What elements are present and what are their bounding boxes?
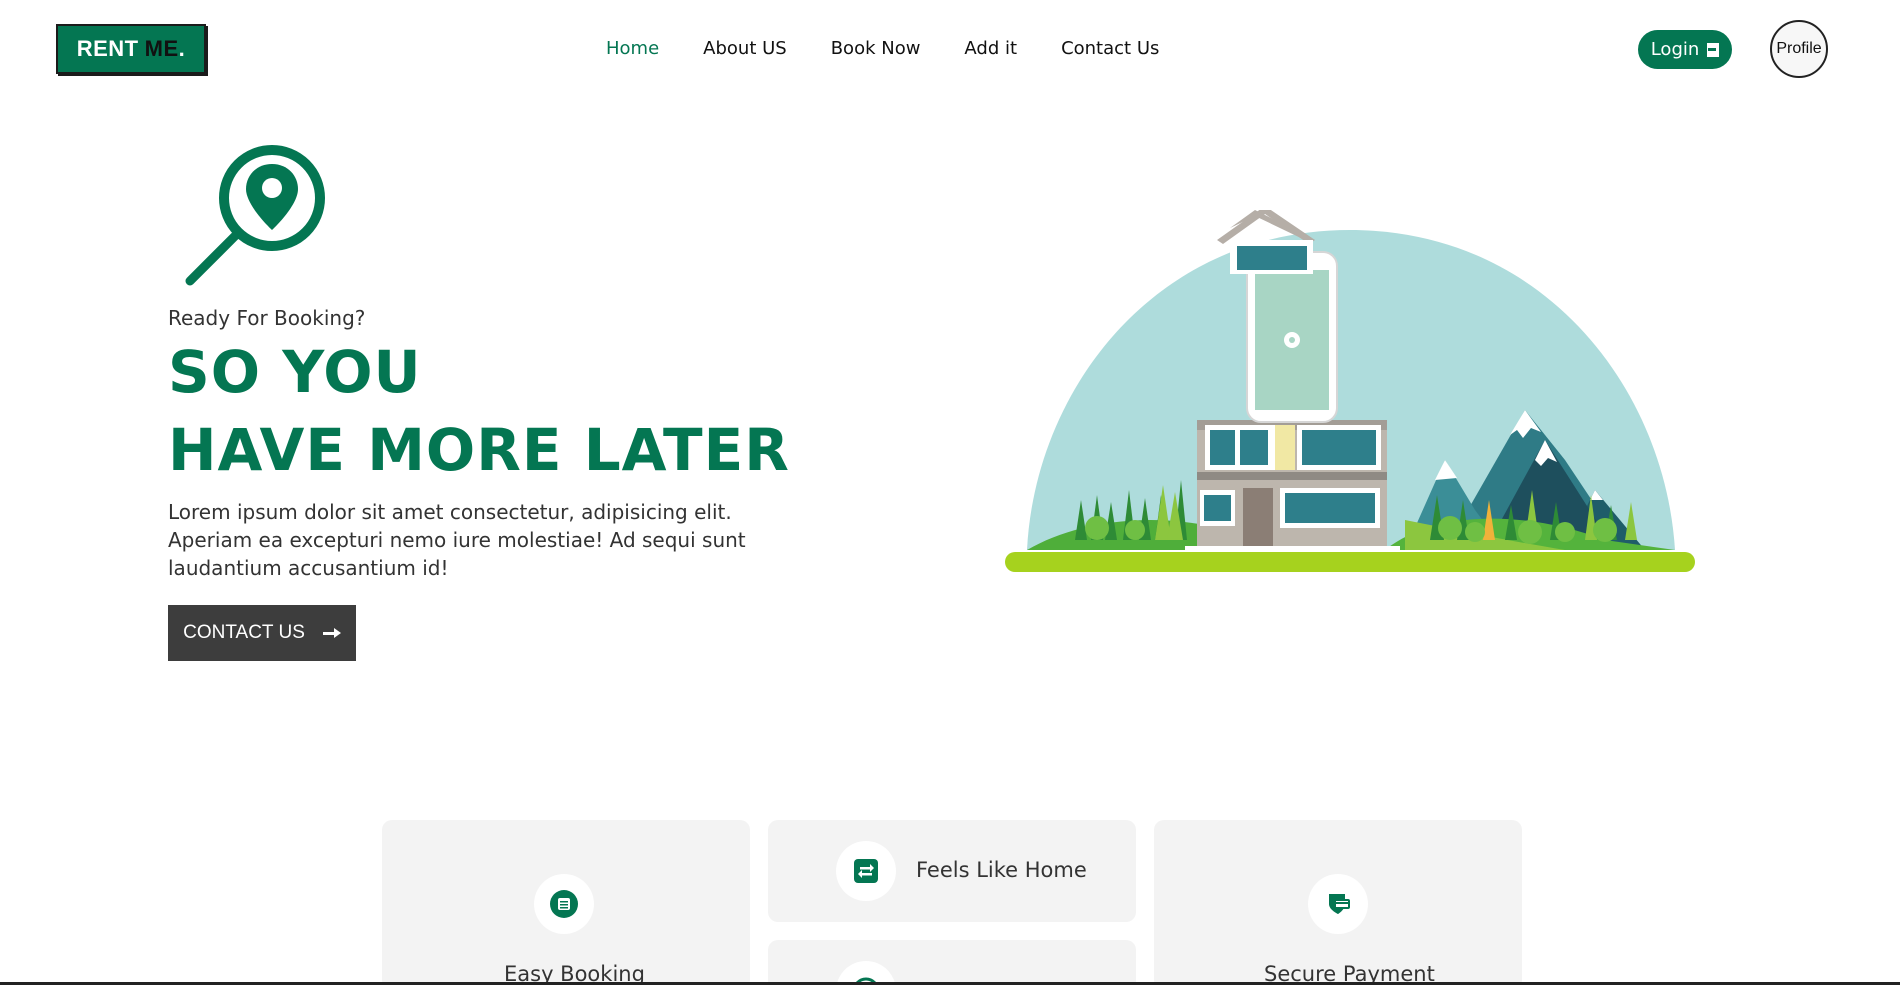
feature-card-feels-like-home[interactable]: Feels Like Home xyxy=(768,820,1136,922)
arrow-right-icon xyxy=(322,627,341,639)
profile-button[interactable]: Profile xyxy=(1770,20,1828,78)
sign-in-icon xyxy=(1707,42,1720,57)
contact-us-button[interactable]: CONTACT US xyxy=(168,605,356,661)
hero-subtitle: Ready For Booking? xyxy=(168,306,366,330)
feature-label: Feels Like Home xyxy=(916,858,1087,882)
nav-item-home[interactable]: Home xyxy=(606,38,659,59)
exchange-icon xyxy=(836,841,896,901)
house-illustration xyxy=(1005,206,1705,584)
login-button[interactable]: Login xyxy=(1638,30,1732,69)
nav-item-book-now[interactable]: Book Now xyxy=(831,38,921,59)
payment-shield-icon xyxy=(1308,874,1368,934)
feature-card-easy-booking[interactable]: Easy Booking xyxy=(382,820,750,985)
hero-description: Lorem ipsum dolor sit amet consectetur, … xyxy=(168,500,746,580)
hero-title-line1: SO YOU xyxy=(168,338,422,406)
nav-item-contact[interactable]: Contact Us xyxy=(1061,38,1159,59)
nav-item-about[interactable]: About US xyxy=(703,38,787,59)
hero-title-line2: HAVE MORE LATER xyxy=(168,416,790,484)
feature-card-secure-payment[interactable]: Secure Payment xyxy=(1154,820,1522,985)
nav-item-add-it[interactable]: Add it xyxy=(964,38,1017,59)
login-label: Login xyxy=(1650,39,1700,60)
brand-logo[interactable]: RENT ME . xyxy=(56,24,206,74)
profile-label: Profile xyxy=(1776,40,1822,57)
main-nav: Home About US Book Now Add it Contact Us xyxy=(606,38,1203,59)
logo-text-me: ME xyxy=(144,36,179,61)
location-search-icon xyxy=(182,140,332,294)
logo-text-rent: RENT xyxy=(76,36,139,61)
contact-us-label: CONTACT US xyxy=(183,622,305,643)
feature-card-bottom-middle[interactable] xyxy=(768,940,1136,985)
book-icon xyxy=(534,874,594,934)
logo-text-dot: . xyxy=(178,36,186,61)
